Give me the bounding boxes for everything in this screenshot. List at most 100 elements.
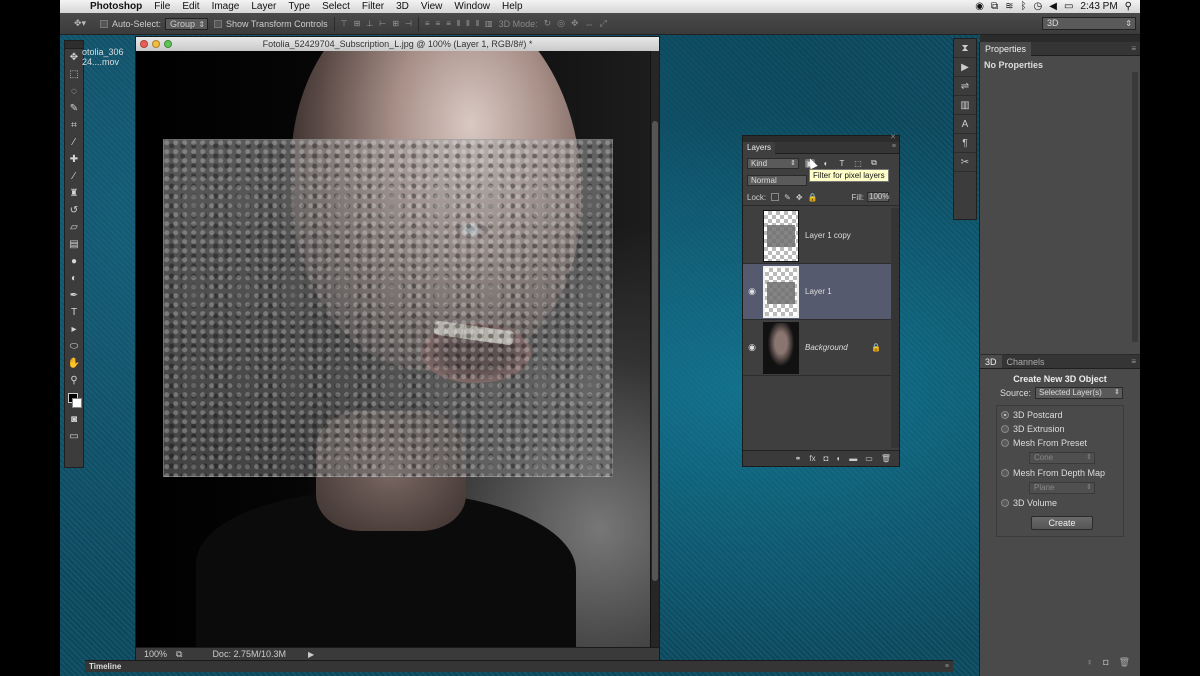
radio-button[interactable] <box>1001 469 1009 477</box>
lock-position-icon[interactable]: ✥ <box>796 193 803 202</box>
option-3d-postcard[interactable]: 3D Postcard <box>1001 408 1123 422</box>
screen-mode-icon[interactable]: ▭ <box>65 428 83 445</box>
auto-align-icon[interactable]: ▥ <box>485 19 493 29</box>
dodge-tool-icon[interactable]: ◐ <box>65 270 83 287</box>
menu-3d[interactable]: 3D <box>390 1 415 12</box>
layer-row-layer-1[interactable]: ◉ Layer 1 <box>743 264 891 320</box>
type-tool-icon[interactable]: T <box>65 304 83 321</box>
bluetooth-icon[interactable]: ᛒ <box>1021 1 1027 12</box>
layer-name[interactable]: Background <box>799 343 848 352</box>
creative-cloud-icon[interactable]: ◉ <box>975 1 984 12</box>
radio-button[interactable] <box>1001 411 1009 419</box>
layer-name[interactable]: Layer 1 copy <box>799 231 851 240</box>
distribute-left-icon[interactable]: ⫴ <box>457 19 460 29</box>
delete-icon[interactable]: 🗑 <box>1119 657 1130 668</box>
hand-tool-icon[interactable]: ✋ <box>65 355 83 372</box>
layer-row-background[interactable]: ◉ Background 🔒 <box>743 320 891 376</box>
document-vertical-scrollbar[interactable] <box>650 51 659 648</box>
document-title-bar[interactable]: Fotolia_52429704_Subscription_L.jpg @ 10… <box>136 37 659 51</box>
menu-help[interactable]: Help <box>496 1 529 12</box>
document-canvas[interactable] <box>136 51 651 648</box>
auto-select-checkbox[interactable] <box>100 19 108 28</box>
adjustments-panel-icon[interactable]: ⇌ <box>954 77 976 96</box>
spotlight-search-icon[interactable]: ⚲ <box>1125 1 1132 12</box>
tools-panel-grip[interactable] <box>65 41 83 49</box>
lasso-tool-icon[interactable]: ◌ <box>65 83 83 100</box>
menu-edit[interactable]: Edit <box>176 1 205 12</box>
history-brush-tool-icon[interactable]: ↺ <box>65 202 83 219</box>
delete-layer-icon[interactable]: 🗑 <box>881 454 891 463</box>
menu-select[interactable]: Select <box>316 1 356 12</box>
timeline-panel[interactable]: Timeline ≡ <box>85 660 953 672</box>
pen-tool-icon[interactable]: ✒ <box>65 287 83 304</box>
scrollbar-thumb[interactable] <box>652 121 658 581</box>
distribute-vcenter-icon[interactable]: ≡ <box>436 19 441 29</box>
layer-style-fx-icon[interactable]: fx <box>809 454 815 463</box>
move-tool-icon[interactable]: ✥ <box>65 49 83 66</box>
transform-controls-checkbox[interactable] <box>214 19 223 28</box>
option-3d-volume[interactable]: 3D Volume <box>1001 496 1123 510</box>
eye-icon[interactable]: ◉ <box>743 286 761 297</box>
marquee-tool-icon[interactable]: ⬚ <box>65 66 83 83</box>
radio-button[interactable] <box>1001 439 1009 447</box>
paragraph-panel-icon[interactable]: ¶ <box>954 134 976 153</box>
brush-tool-icon[interactable]: ∕ <box>65 168 83 185</box>
zoom-tool-icon[interactable]: ⚲ <box>65 372 83 389</box>
menu-app-name[interactable]: Photoshop <box>86 1 148 12</box>
layer-name[interactable]: Layer 1 <box>799 287 832 296</box>
tab-layers[interactable]: Layers <box>743 142 776 154</box>
filter-kind-dropdown[interactable]: Kind <box>747 157 799 169</box>
option-3d-extrusion[interactable]: 3D Extrusion <box>1001 422 1123 436</box>
add-mask-icon[interactable]: ◘ <box>824 454 829 463</box>
tab-channels[interactable]: Channels <box>1002 355 1050 368</box>
status-menu-arrow-icon[interactable]: ▶ <box>308 650 314 659</box>
tab-3d[interactable]: 3D <box>980 355 1002 368</box>
menu-layer[interactable]: Layer <box>245 1 282 12</box>
clone-stamp-tool-icon[interactable]: ♜ <box>65 185 83 202</box>
adjustment-layer-filter-icon[interactable]: ◐ <box>821 159 831 168</box>
eraser-tool-icon[interactable]: ▱ <box>65 219 83 236</box>
lock-transparency-icon[interactable] <box>771 193 780 201</box>
link-layers-icon[interactable]: ⚭ <box>795 454 802 463</box>
path-selection-tool-icon[interactable]: ▸ <box>65 321 83 338</box>
3d-rotate-icon[interactable]: ↻ <box>544 18 552 29</box>
actions-panel-icon[interactable]: ▶ <box>954 58 976 77</box>
menu-clock[interactable]: 2:43 PM <box>1080 1 1117 12</box>
properties-scrollbar[interactable] <box>1132 72 1138 342</box>
menu-view[interactable]: View <box>415 1 449 12</box>
zoom-level[interactable]: 100% <box>136 649 176 659</box>
auto-select-dropdown[interactable]: Group <box>165 17 209 30</box>
render-icon[interactable]: ◘ <box>1103 657 1108 668</box>
3d-drag-icon[interactable]: ✥ <box>571 18 579 29</box>
ellipse-tool-icon[interactable]: ⬭ <box>65 338 83 355</box>
lock-pixels-icon[interactable]: ✎ <box>784 193 791 202</box>
align-left-icon[interactable]: ⊢ <box>379 19 386 28</box>
shape-layer-filter-icon[interactable]: ⬚ <box>853 159 863 168</box>
menu-type[interactable]: Type <box>282 1 316 12</box>
type-layer-filter-icon[interactable]: T <box>837 159 847 168</box>
background-color-swatch[interactable] <box>72 398 82 408</box>
menu-file[interactable]: File <box>148 1 176 12</box>
layer-row-layer-1-copy[interactable]: Layer 1 copy <box>743 208 891 264</box>
crop-tool-icon[interactable]: ⌗ <box>65 117 83 134</box>
layers-scrollbar[interactable] <box>891 208 899 448</box>
battery-icon[interactable]: ▭ <box>1064 1 1073 12</box>
new-layer-icon[interactable]: ▭ <box>865 454 873 463</box>
eyedropper-tool-icon[interactable]: ⁄ <box>65 134 83 151</box>
radio-button[interactable] <box>1001 425 1009 433</box>
align-vcenter-icon[interactable]: ⊞ <box>354 19 361 28</box>
history-panel-icon[interactable]: ⧗ <box>954 39 976 58</box>
minimized-document-tab[interactable]: otolia_306 24....mov <box>82 47 130 67</box>
smart-object-filter-icon[interactable]: ⧉ <box>869 158 879 168</box>
brush-presets-panel-icon[interactable]: ▥ <box>954 96 976 115</box>
radio-button[interactable] <box>1001 499 1009 507</box>
quick-mask-icon[interactable]: ◙ <box>65 411 83 428</box>
panel-menu-icon[interactable]: ≡ <box>892 143 896 150</box>
dropbox-icon[interactable]: ⧉ <box>991 1 998 12</box>
volume-icon[interactable]: ◀ <box>1049 1 1057 12</box>
panel-menu-icon[interactable]: ≡ <box>1131 357 1136 366</box>
3d-roll-icon[interactable]: ◎ <box>557 18 565 29</box>
menu-filter[interactable]: Filter <box>356 1 390 12</box>
gradient-tool-icon[interactable]: ▤ <box>65 236 83 253</box>
texture-layer-overlay[interactable] <box>163 139 613 477</box>
